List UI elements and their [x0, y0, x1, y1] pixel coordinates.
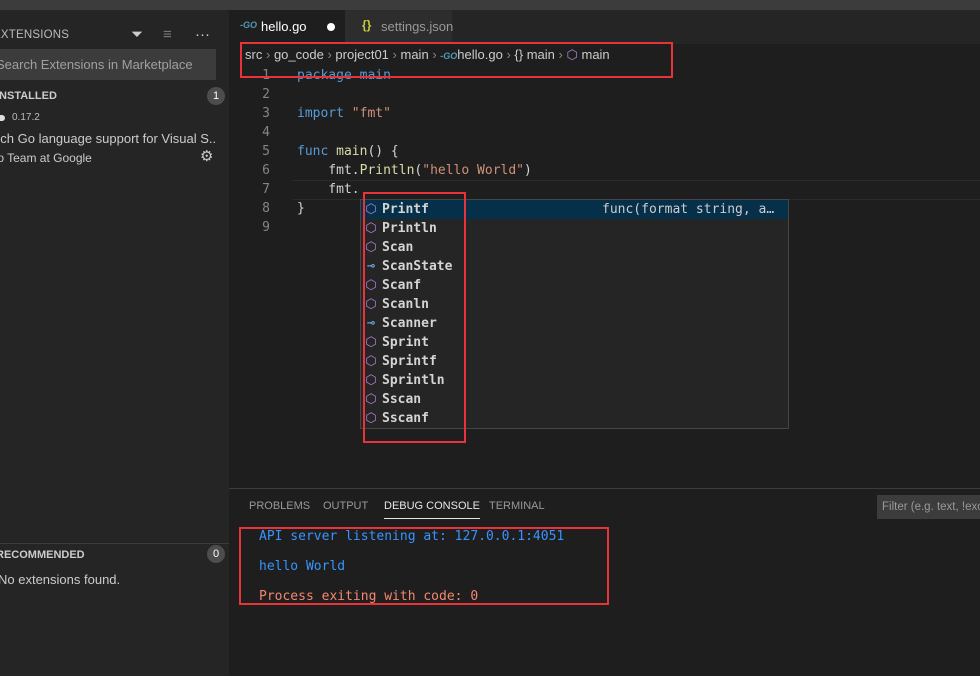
more-actions-icon[interactable]: ···	[195, 26, 210, 43]
line-number: 3	[262, 106, 270, 121]
panel-tab-terminal[interactable]: TERMINAL	[489, 500, 545, 512]
suggestion-detail: func(format string, a…	[602, 202, 775, 217]
no-extensions-message: No extensions found.	[0, 572, 121, 587]
tab-bar: -GO hello.go {} settings.json	[229, 10, 980, 44]
panel-tab-problems[interactable]: PROBLEMS	[249, 500, 310, 512]
highlight-box-breadcrumb	[240, 42, 673, 78]
extension-item-go[interactable]: 0.17.2 Rich Go language support for Visu…	[0, 111, 229, 171]
installed-count-badge: 1	[207, 87, 225, 105]
tab-label: hello.go	[261, 19, 307, 34]
go-logo-icon	[0, 115, 5, 121]
extension-version: 0.17.2	[12, 112, 40, 123]
json-braces-icon: {}	[362, 18, 372, 32]
extensions-search-input[interactable]: Search Extensions in Marketplace	[0, 49, 216, 80]
tab-settings-json[interactable]: {} settings.json	[345, 10, 454, 44]
code-line: fmt.Println("hello World")	[297, 163, 532, 178]
panel-border	[229, 488, 980, 489]
extension-description: Rich Go language support for Visual S...	[0, 131, 216, 146]
panel-tab-output[interactable]: OUTPUT	[323, 500, 368, 512]
sidebar-title: EXTENSIONS	[0, 29, 70, 41]
line-number: 6	[262, 163, 270, 178]
line-number: 4	[262, 125, 270, 140]
line-numbers: 123456789	[240, 66, 270, 237]
tab-hello-go[interactable]: -GO hello.go	[229, 10, 345, 44]
highlight-box-console	[239, 527, 609, 605]
line-number: 2	[262, 87, 270, 102]
code-line: func main() {	[297, 144, 399, 159]
go-file-icon: -GO	[240, 20, 257, 30]
highlight-box-suggestions	[363, 192, 466, 443]
tab-label: settings.json	[381, 19, 454, 34]
line-number: 8	[262, 201, 270, 216]
manage-gear-icon[interactable]: ⚙	[200, 147, 213, 165]
recommended-count-badge: 0	[207, 545, 225, 563]
extensions-sidebar: EXTENSIONS ⏷ ≡ ··· Search Extensions in …	[0, 10, 229, 676]
filter-icon[interactable]: ⏷	[131, 26, 143, 43]
installed-section-header[interactable]: INSTALLED	[0, 90, 57, 102]
line-number: 9	[262, 220, 270, 235]
unsaved-dot-icon[interactable]	[327, 23, 335, 31]
clear-extensions-icon[interactable]: ≡	[163, 26, 172, 43]
line-number: 5	[262, 144, 270, 159]
panel-tab-debug-console[interactable]: DEBUG CONSOLE	[384, 500, 480, 519]
console-filter-input[interactable]: Filter (e.g. text, !exclude)	[877, 495, 980, 519]
code-line: import "fmt"	[297, 106, 391, 121]
line-number: 7	[262, 182, 270, 197]
title-bar	[0, 0, 980, 10]
section-divider	[0, 543, 229, 544]
extension-publisher: Go Team at Google	[0, 151, 92, 165]
recommended-section-header[interactable]: RECOMMENDED	[0, 549, 85, 561]
